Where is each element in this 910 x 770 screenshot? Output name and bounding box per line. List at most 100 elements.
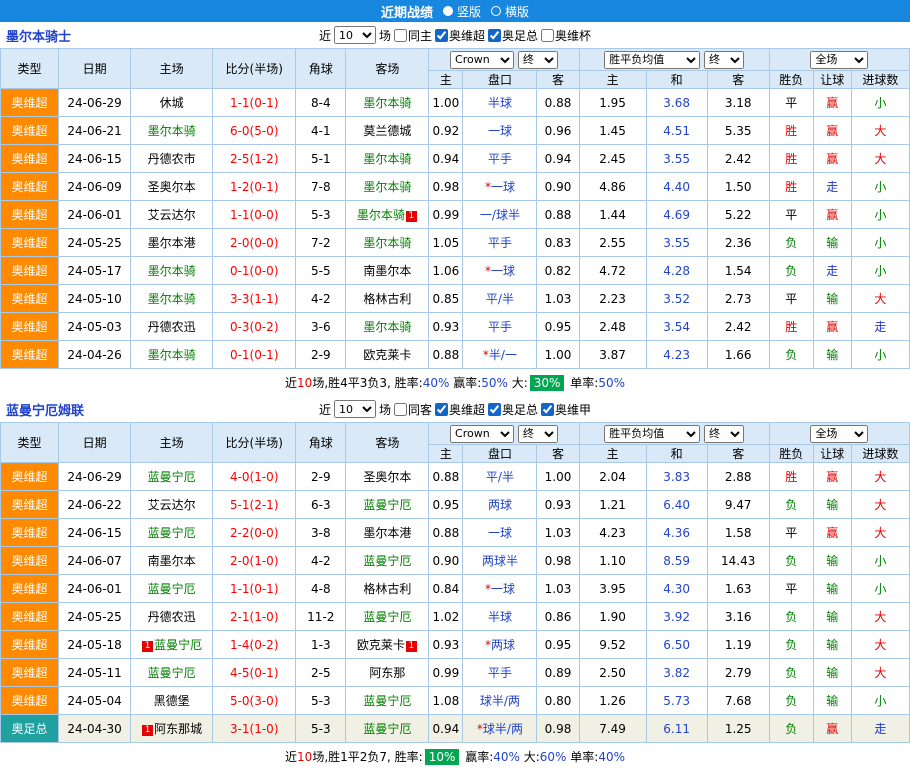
filter-league-1[interactable]: 奥维超	[435, 401, 485, 418]
radio-horizontal-icon[interactable]	[491, 6, 501, 16]
home-team-cell: 艾云达尔	[131, 491, 213, 519]
team-name[interactable]: 蓝曼宁厄	[148, 582, 196, 596]
team-name[interactable]: 蓝曼宁厄	[148, 666, 196, 680]
asia-away-odds-cell: 0.80	[537, 687, 579, 715]
asia-home-odds-cell: 0.88	[429, 519, 463, 547]
asia-away-odds-cell: 1.00	[537, 341, 579, 369]
team-name[interactable]: 欧克莱卡	[363, 348, 411, 362]
league-3-checkbox[interactable]	[541, 29, 554, 42]
filter-league-2[interactable]: 奥足总	[488, 27, 538, 44]
team-name[interactable]: 墨尔本骑	[148, 264, 196, 278]
team-name[interactable]: 墨尔本港	[363, 526, 411, 540]
team-name[interactable]: 墨尔本骑	[363, 96, 411, 110]
team-name[interactable]: 蓝曼宁厄	[363, 554, 411, 568]
team-name[interactable]: 墨尔本港	[148, 236, 196, 250]
team-name[interactable]: 蓝曼宁厄	[363, 498, 411, 512]
filter-same-home[interactable]: 同主	[394, 27, 432, 44]
same-away-checkbox[interactable]	[394, 403, 407, 416]
team-name[interactable]: 墨尔本骑	[357, 208, 405, 222]
europe-odds-state-select[interactable]: 终	[704, 425, 744, 443]
away-team-cell: 欧克莱卡1	[346, 631, 429, 659]
team-name[interactable]: 蓝曼宁厄	[154, 638, 202, 652]
team-name[interactable]: 墨尔本骑	[363, 320, 411, 334]
team-name[interactable]: 艾云达尔	[148, 208, 196, 222]
europe-away-odds-cell: 2.36	[707, 229, 769, 257]
goals-result-cell: 小	[851, 173, 909, 201]
team-name[interactable]: 墨尔本骑	[148, 124, 196, 138]
team-name[interactable]: 墨尔本骑	[363, 180, 411, 194]
team-name[interactable]: 南墨尔本	[363, 264, 411, 278]
odds-company-select[interactable]: Crown	[450, 51, 514, 69]
layout-option-horizontal[interactable]: 横版	[491, 3, 529, 20]
team-name[interactable]: 阿东那	[369, 666, 405, 680]
col-corner: 角球	[296, 423, 346, 463]
handicap-cell: 平/半	[463, 463, 537, 491]
handicap-result-cell: 赢	[813, 89, 851, 117]
filter-league-2[interactable]: 奥足总	[488, 401, 538, 418]
odds-company-select[interactable]: Crown	[450, 425, 514, 443]
filter-league-1[interactable]: 奥维超	[435, 27, 485, 44]
league-2-checkbox[interactable]	[488, 29, 501, 42]
date-cell: 24-05-17	[59, 257, 131, 285]
team-name[interactable]: 丹德农迅	[148, 610, 196, 624]
goals-result-cell: 大	[851, 659, 909, 687]
europe-odds-select[interactable]: 胜平负均值	[604, 425, 700, 443]
team-name[interactable]: 蓝曼宁厄	[363, 610, 411, 624]
match-row: 奥维超24-06-07南墨尔本2-0(1-0)4-2蓝曼宁厄0.90两球半0.9…	[1, 547, 910, 575]
league-2-checkbox[interactable]	[488, 403, 501, 416]
team-name[interactable]: 蓝曼宁厄	[148, 470, 196, 484]
same-home-checkbox[interactable]	[394, 29, 407, 42]
result-cell: 负	[769, 659, 813, 687]
asia-odds-state-select[interactable]: 终	[518, 425, 558, 443]
europe-odds-select[interactable]: 胜平负均值	[604, 51, 700, 69]
team-name[interactable]: 莫兰德城	[363, 124, 411, 138]
asia-home-odds-cell: 0.99	[429, 201, 463, 229]
scope-select[interactable]: 全场	[810, 425, 868, 443]
scope-select[interactable]: 全场	[810, 51, 868, 69]
team-name[interactable]: 黑德堡	[154, 694, 190, 708]
recent-count-select[interactable]: 10	[334, 400, 376, 418]
team-name[interactable]: 墨尔本骑	[363, 152, 411, 166]
team-name[interactable]: 南墨尔本	[148, 554, 196, 568]
result-cell: 负	[769, 341, 813, 369]
handicap-star-icon: *	[483, 348, 489, 362]
recent-count-select[interactable]: 10	[334, 26, 376, 44]
team-name[interactable]: 圣奥尔本	[148, 180, 196, 194]
team-name[interactable]: 阿东那城	[154, 722, 202, 736]
radio-vertical-icon[interactable]	[443, 6, 453, 16]
asia-odds-state-select[interactable]: 终	[518, 51, 558, 69]
team-name[interactable]: 墨尔本骑	[148, 348, 196, 362]
europe-odds-state-select[interactable]: 终	[704, 51, 744, 69]
europe-home-odds-cell: 4.72	[579, 257, 646, 285]
team-name[interactable]: 格林古利	[363, 582, 411, 596]
team-name[interactable]: 墨尔本骑	[148, 292, 196, 306]
col-type: 类型	[1, 423, 59, 463]
filter-league-3[interactable]: 奥维甲	[541, 401, 591, 418]
team-name[interactable]: 圣奥尔本	[363, 470, 411, 484]
team-name[interactable]: 欧克莱卡	[357, 638, 405, 652]
europe-away-odds-cell: 2.73	[707, 285, 769, 313]
league-3-checkbox[interactable]	[541, 403, 554, 416]
team-name[interactable]: 艾云达尔	[148, 498, 196, 512]
team-name[interactable]: 蓝曼宁厄	[363, 722, 411, 736]
summary-bar: 近10场,胜1平2负7, 胜率:10% 赢率:40% 大:60% 单率:40%	[0, 743, 910, 770]
result-cell: 平	[769, 89, 813, 117]
league-1-checkbox[interactable]	[435, 29, 448, 42]
team-name[interactable]: 蓝曼宁厄	[148, 526, 196, 540]
europe-draw-odds-cell: 4.40	[646, 173, 707, 201]
team-name[interactable]: 格林古利	[363, 292, 411, 306]
team-name[interactable]: 墨尔本骑	[363, 236, 411, 250]
layout-option-vertical[interactable]: 竖版	[443, 3, 481, 20]
col-europe-draw: 和	[646, 71, 707, 89]
team-name[interactable]: 丹德农迅	[148, 320, 196, 334]
filter-same-away[interactable]: 同客	[394, 401, 432, 418]
europe-home-odds-cell: 1.26	[579, 687, 646, 715]
corner-cell: 7-2	[296, 229, 346, 257]
filter-league-3[interactable]: 奥维杯	[541, 27, 591, 44]
league-1-checkbox[interactable]	[435, 403, 448, 416]
corner-cell: 4-8	[296, 575, 346, 603]
match-row: 奥维超24-06-15丹德农市2-5(1-2)5-1墨尔本骑0.94平手0.94…	[1, 145, 910, 173]
team-name[interactable]: 蓝曼宁厄	[363, 694, 411, 708]
team-name[interactable]: 休城	[160, 96, 184, 110]
team-name[interactable]: 丹德农市	[148, 152, 196, 166]
